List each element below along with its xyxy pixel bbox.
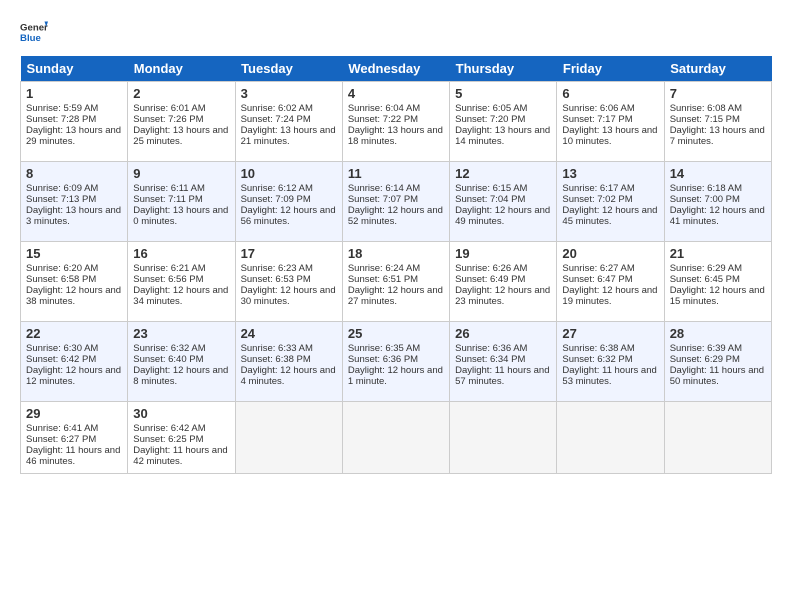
- day-number: 21: [670, 246, 766, 261]
- calendar-cell: 10Sunrise: 6:12 AMSunset: 7:09 PMDayligh…: [235, 162, 342, 242]
- calendar-cell: 25Sunrise: 6:35 AMSunset: 6:36 PMDayligh…: [342, 322, 449, 402]
- calendar-cell: 20Sunrise: 6:27 AMSunset: 6:47 PMDayligh…: [557, 242, 664, 322]
- calendar-cell: 13Sunrise: 6:17 AMSunset: 7:02 PMDayligh…: [557, 162, 664, 242]
- calendar-cell: 9Sunrise: 6:11 AMSunset: 7:11 PMDaylight…: [128, 162, 235, 242]
- day-number: 4: [348, 86, 444, 101]
- day-number: 3: [241, 86, 337, 101]
- page: General Blue SundayMondayTuesdayWednesda…: [0, 0, 792, 486]
- day-number: 24: [241, 326, 337, 341]
- day-header-thursday: Thursday: [450, 56, 557, 82]
- calendar-cell: 21Sunrise: 6:29 AMSunset: 6:45 PMDayligh…: [664, 242, 771, 322]
- calendar-cell: 4Sunrise: 6:04 AMSunset: 7:22 PMDaylight…: [342, 82, 449, 162]
- day-number: 2: [133, 86, 229, 101]
- day-header-saturday: Saturday: [664, 56, 771, 82]
- header: General Blue: [20, 18, 772, 46]
- calendar-table: SundayMondayTuesdayWednesdayThursdayFrid…: [20, 56, 772, 474]
- day-number: 25: [348, 326, 444, 341]
- calendar-cell: 1Sunrise: 5:59 AMSunset: 7:28 PMDaylight…: [21, 82, 128, 162]
- calendar-cell: 30Sunrise: 6:42 AMSunset: 6:25 PMDayligh…: [128, 402, 235, 474]
- calendar-cell: [664, 402, 771, 474]
- calendar-cell: [235, 402, 342, 474]
- calendar-cell: 11Sunrise: 6:14 AMSunset: 7:07 PMDayligh…: [342, 162, 449, 242]
- day-number: 8: [26, 166, 122, 181]
- day-number: 18: [348, 246, 444, 261]
- calendar-cell: 8Sunrise: 6:09 AMSunset: 7:13 PMDaylight…: [21, 162, 128, 242]
- calendar-cell: 18Sunrise: 6:24 AMSunset: 6:51 PMDayligh…: [342, 242, 449, 322]
- day-number: 7: [670, 86, 766, 101]
- calendar-cell: 3Sunrise: 6:02 AMSunset: 7:24 PMDaylight…: [235, 82, 342, 162]
- day-number: 22: [26, 326, 122, 341]
- calendar-cell: 19Sunrise: 6:26 AMSunset: 6:49 PMDayligh…: [450, 242, 557, 322]
- day-number: 19: [455, 246, 551, 261]
- calendar-cell: 26Sunrise: 6:36 AMSunset: 6:34 PMDayligh…: [450, 322, 557, 402]
- day-number: 5: [455, 86, 551, 101]
- logo-icon: General Blue: [20, 18, 48, 46]
- calendar-cell: 28Sunrise: 6:39 AMSunset: 6:29 PMDayligh…: [664, 322, 771, 402]
- calendar-cell: [557, 402, 664, 474]
- day-number: 11: [348, 166, 444, 181]
- day-header-sunday: Sunday: [21, 56, 128, 82]
- svg-text:Blue: Blue: [20, 33, 41, 44]
- calendar-header-row: SundayMondayTuesdayWednesdayThursdayFrid…: [21, 56, 772, 82]
- calendar-cell: [342, 402, 449, 474]
- calendar-cell: 14Sunrise: 6:18 AMSunset: 7:00 PMDayligh…: [664, 162, 771, 242]
- calendar-cell: 17Sunrise: 6:23 AMSunset: 6:53 PMDayligh…: [235, 242, 342, 322]
- day-number: 26: [455, 326, 551, 341]
- calendar-cell: 2Sunrise: 6:01 AMSunset: 7:26 PMDaylight…: [128, 82, 235, 162]
- calendar-cell: 22Sunrise: 6:30 AMSunset: 6:42 PMDayligh…: [21, 322, 128, 402]
- calendar-cell: 5Sunrise: 6:05 AMSunset: 7:20 PMDaylight…: [450, 82, 557, 162]
- logo: General Blue: [20, 18, 48, 46]
- calendar-cell: 27Sunrise: 6:38 AMSunset: 6:32 PMDayligh…: [557, 322, 664, 402]
- calendar-cell: 23Sunrise: 6:32 AMSunset: 6:40 PMDayligh…: [128, 322, 235, 402]
- day-number: 12: [455, 166, 551, 181]
- calendar-cell: 29Sunrise: 6:41 AMSunset: 6:27 PMDayligh…: [21, 402, 128, 474]
- day-number: 28: [670, 326, 766, 341]
- day-number: 13: [562, 166, 658, 181]
- calendar-cell: 24Sunrise: 6:33 AMSunset: 6:38 PMDayligh…: [235, 322, 342, 402]
- day-number: 1: [26, 86, 122, 101]
- day-number: 17: [241, 246, 337, 261]
- calendar-cell: 7Sunrise: 6:08 AMSunset: 7:15 PMDaylight…: [664, 82, 771, 162]
- day-number: 29: [26, 406, 122, 421]
- day-number: 23: [133, 326, 229, 341]
- day-number: 6: [562, 86, 658, 101]
- day-number: 30: [133, 406, 229, 421]
- day-number: 10: [241, 166, 337, 181]
- calendar-cell: 12Sunrise: 6:15 AMSunset: 7:04 PMDayligh…: [450, 162, 557, 242]
- day-header-friday: Friday: [557, 56, 664, 82]
- calendar-cell: 16Sunrise: 6:21 AMSunset: 6:56 PMDayligh…: [128, 242, 235, 322]
- calendar-cell: [450, 402, 557, 474]
- calendar-body: 1Sunrise: 5:59 AMSunset: 7:28 PMDaylight…: [21, 82, 772, 474]
- day-number: 16: [133, 246, 229, 261]
- day-header-monday: Monday: [128, 56, 235, 82]
- day-header-wednesday: Wednesday: [342, 56, 449, 82]
- day-number: 27: [562, 326, 658, 341]
- day-number: 14: [670, 166, 766, 181]
- calendar-cell: 6Sunrise: 6:06 AMSunset: 7:17 PMDaylight…: [557, 82, 664, 162]
- day-number: 20: [562, 246, 658, 261]
- day-number: 9: [133, 166, 229, 181]
- svg-text:General: General: [20, 22, 48, 33]
- calendar-cell: 15Sunrise: 6:20 AMSunset: 6:58 PMDayligh…: [21, 242, 128, 322]
- day-header-tuesday: Tuesday: [235, 56, 342, 82]
- day-number: 15: [26, 246, 122, 261]
